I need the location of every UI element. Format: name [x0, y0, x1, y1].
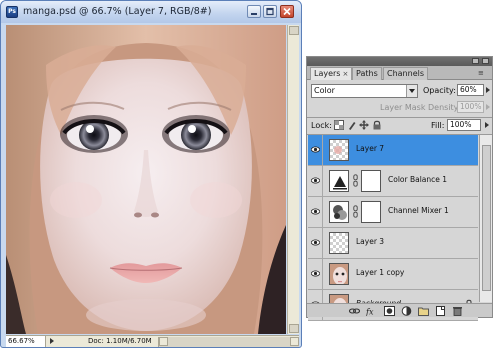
adjustment-thumbnail	[329, 170, 349, 192]
tab-paths-label: Paths	[356, 69, 378, 78]
opacity-field[interactable]: 60%	[457, 84, 484, 96]
canvas-horizontal-scrollbar[interactable]	[158, 337, 299, 347]
layer-row-channel-mixer-1[interactable]: Channel Mixer 1	[308, 197, 478, 228]
panel-close-button[interactable]	[482, 58, 489, 64]
fill-field[interactable]: 100%	[447, 119, 481, 131]
layer-name: Layer 7	[356, 144, 385, 153]
mask-density-arrow-icon	[486, 104, 490, 110]
eye-icon	[311, 208, 320, 215]
lock-all-icon[interactable]	[372, 120, 382, 130]
add-mask-icon[interactable]	[384, 306, 395, 316]
scroll-down-arrow[interactable]	[289, 324, 299, 333]
color-balance-icon	[333, 176, 347, 190]
tab-channels-label: Channels	[387, 69, 425, 78]
minimize-button[interactable]	[247, 5, 261, 18]
layer-thumbnail	[329, 263, 349, 285]
eye-icon	[311, 146, 320, 153]
image-canvas[interactable]	[6, 25, 286, 334]
link-chain-icon[interactable]	[353, 174, 358, 187]
scroll-right-arrow[interactable]	[290, 337, 299, 346]
layer-name: Color Balance 1	[388, 175, 448, 184]
close-icon	[283, 7, 291, 16]
layer-style-fx-icon[interactable]: fx	[366, 306, 377, 317]
layer-mask-thumbnail[interactable]	[361, 201, 381, 223]
channel-mixer-icon	[333, 205, 347, 220]
minimize-icon	[251, 13, 257, 15]
layers-panel: Layers × Paths Channels ≡ Color Opacity: …	[306, 56, 493, 321]
link-layers-icon[interactable]	[349, 306, 360, 316]
panel-footer: fx	[307, 303, 492, 317]
layer-row-color-balance-1[interactable]: Color Balance 1	[308, 166, 478, 197]
document-title: manga.psd @ 66.7% (Layer 7, RGB/8#)	[23, 6, 212, 17]
adjustment-thumbnail	[329, 201, 349, 223]
close-button[interactable]	[280, 5, 294, 18]
panel-grip-bar[interactable]	[307, 57, 492, 66]
divider	[307, 117, 492, 118]
eye-icon	[311, 239, 320, 246]
eye-icon	[311, 177, 320, 184]
lock-label: Lock:	[311, 121, 332, 130]
link-chain-icon[interactable]	[353, 205, 358, 218]
status-bar: 66.67% Doc: 1.10M/6.70M	[6, 335, 299, 347]
canvas-vertical-scrollbar[interactable]	[287, 25, 299, 334]
lock-transparency-icon[interactable]	[334, 120, 344, 130]
layer-row-layer-3[interactable]: Layer 3	[308, 228, 478, 259]
layer-row-layer-1-copy[interactable]: Layer 1 copy	[308, 259, 478, 290]
visibility-toggle[interactable]	[308, 259, 323, 289]
eye-icon	[311, 270, 320, 277]
face-thumbnail	[330, 264, 348, 284]
zoom-field[interactable]: 66.67%	[6, 336, 46, 347]
layer-list-scrollbar[interactable]	[479, 135, 492, 302]
new-layer-icon[interactable]	[435, 306, 446, 316]
blend-mode-select[interactable]: Color	[311, 84, 418, 98]
mask-density-label: Layer Mask Density	[380, 103, 459, 112]
document-size-info: Doc: 1.10M/6.70M	[88, 337, 152, 345]
status-menu-arrow-icon[interactable]	[50, 338, 54, 344]
layer-name: Channel Mixer 1	[388, 206, 449, 215]
layer-name: Layer 1 copy	[356, 268, 405, 277]
mask-density-field: 100%	[457, 101, 484, 113]
fill-slider-arrow-icon[interactable]	[485, 122, 489, 128]
visibility-toggle[interactable]	[308, 135, 323, 165]
adjustment-layer-icon[interactable]	[401, 306, 412, 316]
layer-row-layer-7[interactable]: Layer 7	[308, 135, 478, 166]
layer-name: Layer 3	[356, 237, 385, 246]
visibility-toggle[interactable]	[308, 197, 323, 227]
tab-channels[interactable]: Channels	[383, 67, 429, 80]
tab-close-icon[interactable]: ×	[342, 68, 348, 80]
opacity-label: Opacity:	[423, 86, 456, 95]
thumbnail-color-spot	[334, 146, 342, 154]
tab-layers[interactable]: Layers ×	[310, 67, 353, 80]
fill-label: Fill:	[431, 121, 445, 130]
tab-layers-label: Layers	[314, 69, 341, 78]
visibility-toggle[interactable]	[308, 166, 323, 196]
layer-list: Layer 7 Color Balance 1 Channel Mixer 1 …	[308, 135, 478, 321]
panel-collapse-button[interactable]	[472, 58, 479, 64]
scroll-up-arrow[interactable]	[289, 26, 299, 35]
new-group-folder-icon[interactable]	[418, 306, 429, 316]
visibility-toggle[interactable]	[308, 228, 323, 258]
svg-text:fx: fx	[366, 308, 374, 317]
scroll-left-arrow[interactable]	[159, 337, 168, 346]
layer-mask-thumbnail[interactable]	[361, 170, 381, 192]
panel-tabs: Layers × Paths Channels ≡	[307, 66, 492, 80]
chevron-down-icon	[409, 89, 415, 93]
lock-position-move-icon[interactable]	[359, 120, 369, 130]
trash-icon[interactable]	[452, 306, 463, 316]
photoshop-icon: Ps	[6, 6, 18, 18]
document-window: Ps manga.psd @ 66.7% (Layer 7, RGB/8#) 6…	[0, 0, 302, 348]
tab-paths[interactable]: Paths	[352, 67, 382, 80]
maximize-icon	[266, 7, 274, 16]
panel-menu-icon[interactable]: ≡	[478, 69, 484, 77]
portrait-image	[6, 25, 286, 334]
scrollbar-thumb[interactable]	[482, 145, 491, 291]
maximize-button[interactable]	[263, 5, 277, 18]
layer-thumbnail	[329, 232, 349, 254]
opacity-slider-arrow-icon[interactable]	[486, 87, 490, 93]
blend-mode-value: Color	[314, 86, 335, 95]
blend-mode-dropdown-button[interactable]	[406, 85, 417, 97]
lock-pixels-brush-icon[interactable]	[347, 120, 357, 130]
layer-thumbnail	[329, 139, 349, 161]
document-titlebar[interactable]: Ps manga.psd @ 66.7% (Layer 7, RGB/8#)	[1, 1, 301, 23]
